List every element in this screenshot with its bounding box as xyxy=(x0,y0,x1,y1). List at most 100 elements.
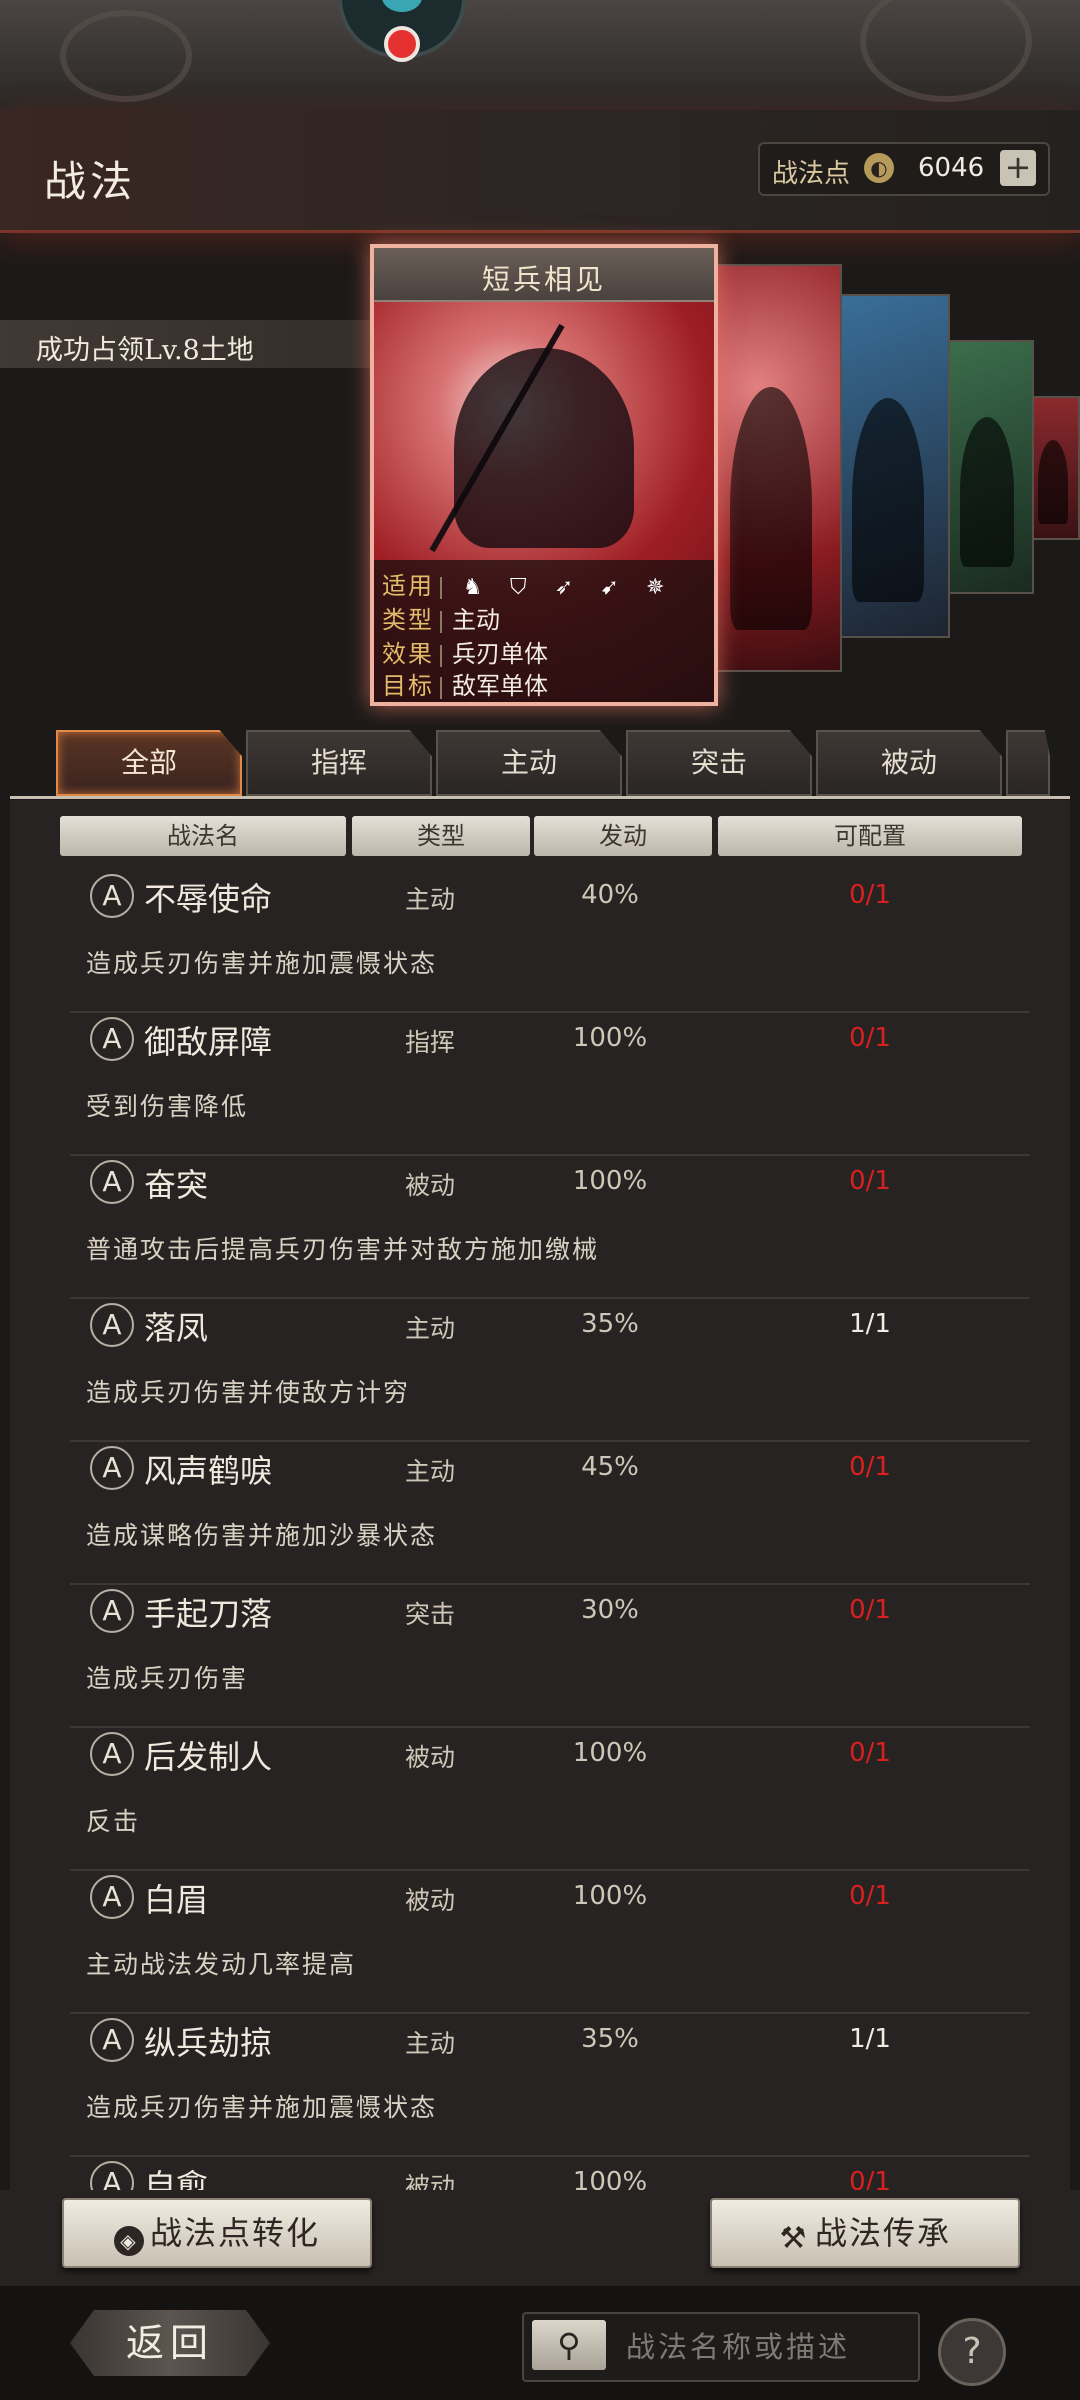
tab-all[interactable]: 全部 xyxy=(56,730,242,796)
skill-trigger-rate: 35% xyxy=(581,2024,639,2054)
skill-availability: 0/1 xyxy=(849,1738,891,1768)
shield-icon: ⛉ xyxy=(510,574,527,600)
skill-description: 造成兵刃伤害并施加震慑状态 xyxy=(86,949,438,978)
skill-description: 造成兵刃伤害并使敌方计穷 xyxy=(86,1378,411,1407)
skill-name: 落凤 xyxy=(144,1309,209,1347)
column-header-type[interactable]: 类型 xyxy=(352,816,530,856)
skill-list[interactable]: A 不辱使命 主动 40% 0/1 造成兵刃伤害并施加震慑状态 A 御敌屏障 指挥 100% 0/1… xyxy=(10,870,1070,2190)
carousel-card[interactable] xyxy=(700,264,842,672)
skill-row[interactable]: A 白眉 被动 100% 0/1 主动战法发动几率提高 xyxy=(10,1871,1070,2014)
skill-availability: 1/1 xyxy=(849,1309,891,1339)
card-type-value: 主动 xyxy=(452,606,500,634)
skill-description: 主动战法发动几率提高 xyxy=(86,1950,357,1979)
siege-wheel-icon: ✵ xyxy=(645,574,665,600)
search-input[interactable] xyxy=(624,2326,908,2368)
unlock-condition-text: 成功占领Lv.8土地 xyxy=(36,335,254,366)
grade-a-icon: A xyxy=(90,1446,134,1490)
add-points-button[interactable]: + xyxy=(1000,150,1036,186)
grade-a-icon: A xyxy=(90,1017,134,1061)
tab-command[interactable]: 指挥 xyxy=(246,730,432,796)
skill-name: 风声鹤唳 xyxy=(144,1452,273,1490)
skill-row[interactable]: A 落凤 主动 35% 1/1 造成兵刃伤害并使敌方计穷 xyxy=(10,1299,1070,1442)
skill-name: 白眉 xyxy=(144,1881,209,1919)
skill-description: 普通攻击后提高兵刃伤害并对敌方施加缴械 xyxy=(86,1235,600,1264)
hammer-icon: ⚒ xyxy=(779,2221,809,2256)
grade-a-icon: A xyxy=(90,1160,134,1204)
card-type-row: 类型 主动 xyxy=(382,600,500,634)
skill-card-carousel[interactable]: 成功占领Lv.8土地 短兵相见 适用 ♞ ⛉ ➶ ➹ ✵ 类型 主动 效果 兵刃单体 xyxy=(0,230,1080,710)
tab-divider xyxy=(10,796,1070,799)
skill-type: 突击 xyxy=(404,1600,455,1629)
skill-row[interactable]: A 不辱使命 主动 40% 0/1 造成兵刃伤害并施加震慑状态 xyxy=(10,870,1070,1013)
skill-list-panel[interactable]: 战法名 类型 发动 可配置 A 不辱使命 主动 40% 0/1 造成兵刃伤害并施加震慑状态… xyxy=(10,800,1070,2190)
card-effect-value: 兵刃单体 xyxy=(452,640,548,668)
skill-row[interactable]: A 御敌屏障 指挥 100% 0/1 受到伤害降低 xyxy=(10,1013,1070,1156)
card-troops-row: 适用 ♞ ⛉ ➶ ➹ ✵ xyxy=(382,566,680,600)
skill-name: 纵兵劫掠 xyxy=(144,2024,273,2062)
convert-points-button[interactable]: ◈ 战法点转化 xyxy=(62,2198,372,2268)
skill-availability: 0/1 xyxy=(849,1166,891,1196)
tab-active[interactable]: 主动 xyxy=(436,730,622,796)
skill-trigger-rate: 100% xyxy=(572,1023,648,1053)
skill-row[interactable]: A 自愈 被动 100% 0/1 xyxy=(10,2157,1070,2190)
search-icon[interactable]: ⚲ xyxy=(532,2320,606,2370)
skill-type: 主动 xyxy=(404,1314,455,1343)
target-label: 目标 xyxy=(382,672,434,700)
skill-name: 奋突 xyxy=(144,1166,209,1204)
grade-a-icon: A xyxy=(90,1303,134,1347)
grade-a-icon: A xyxy=(90,1732,134,1776)
skill-row[interactable]: A 后发制人 被动 100% 0/1 反击 xyxy=(10,1728,1070,1871)
skill-description: 受到伤害降低 xyxy=(86,1092,249,1121)
tab-more[interactable] xyxy=(1006,730,1050,796)
column-header-rate[interactable]: 发动 xyxy=(534,816,712,856)
troops-label: 适用 xyxy=(382,572,434,600)
skill-description: 反击 xyxy=(86,1807,141,1836)
skill-name: 手起刀落 xyxy=(144,1595,273,1633)
skill-type: 指挥 xyxy=(404,1028,455,1057)
coin-icon: ◐ xyxy=(864,153,894,183)
skill-availability: 0/1 xyxy=(849,880,891,910)
selected-skill-card[interactable]: 短兵相见 适用 ♞ ⛉ ➶ ➹ ✵ 类型 主动 效果 兵刃单体 目标 敌军单体 xyxy=(370,244,718,706)
carousel-card[interactable] xyxy=(940,340,1034,594)
carousel-card[interactable] xyxy=(826,294,950,638)
skill-row[interactable]: A 奋突 被动 100% 0/1 普通攻击后提高兵刃伤害并对敌方施加缴械 xyxy=(10,1156,1070,1299)
skill-description: 造成兵刃伤害并施加震慑状态 xyxy=(86,2093,438,2122)
grade-a-icon: A xyxy=(90,1875,134,1919)
skill-row[interactable]: A 纵兵劫掠 主动 35% 1/1 造成兵刃伤害并施加震慑状态 xyxy=(10,2014,1070,2157)
search-box: ⚲ xyxy=(522,2312,920,2382)
filter-tabs: 全部 指挥 主动 突击 被动 xyxy=(50,730,1080,796)
carousel-card[interactable] xyxy=(1026,396,1080,540)
skill-row[interactable]: A 风声鹤唳 主动 45% 0/1 造成谋略伤害并施加沙暴状态 xyxy=(10,1442,1070,1585)
spear-icon: ➹ xyxy=(600,574,619,600)
skill-type: 主动 xyxy=(404,2029,455,2058)
tab-passive[interactable]: 被动 xyxy=(816,730,1002,796)
card-info-panel: 适用 ♞ ⛉ ➶ ➹ ✵ 类型 主动 效果 兵刃单体 目标 敌军单体 xyxy=(374,560,714,702)
card-name-bar: 短兵相见 xyxy=(374,248,714,302)
page-title: 战法 xyxy=(44,157,137,206)
skill-availability: 0/1 xyxy=(849,1881,891,1911)
skill-trigger-rate: 30% xyxy=(581,1595,639,1625)
skill-type: 被动 xyxy=(404,2172,455,2190)
card-target-value: 敌军单体 xyxy=(452,672,548,700)
card-target-row: 目标 敌军单体 xyxy=(382,666,548,700)
card-illustration xyxy=(454,348,634,548)
help-button[interactable]: ? xyxy=(938,2318,1006,2386)
back-button[interactable]: 返回 xyxy=(70,2310,270,2376)
skill-description: 造成谋略伤害并施加沙暴状态 xyxy=(86,1521,438,1550)
skill-trigger-rate: 35% xyxy=(581,1309,639,1339)
skill-type: 主动 xyxy=(404,1457,455,1486)
avatar[interactable] xyxy=(338,0,466,62)
skill-availability: 0/1 xyxy=(849,1452,891,1482)
column-header-name[interactable]: 战法名 xyxy=(60,816,346,856)
column-header-available[interactable]: 可配置 xyxy=(718,816,1022,856)
flame-icon: ◈ xyxy=(113,2226,144,2256)
grade-a-icon: A xyxy=(90,1589,134,1633)
skill-availability: 0/1 xyxy=(849,2167,891,2190)
skill-row[interactable]: A 手起刀落 突击 30% 0/1 造成兵刃伤害 xyxy=(10,1585,1070,1728)
tab-assault[interactable]: 突击 xyxy=(626,730,812,796)
skill-type: 被动 xyxy=(404,1171,455,1200)
top-decoration xyxy=(0,0,1080,110)
inherit-skill-button[interactable]: ⚒ 战法传承 xyxy=(710,2198,1020,2268)
skill-trigger-rate: 100% xyxy=(572,1738,648,1768)
skill-trigger-rate: 100% xyxy=(572,1881,648,1911)
